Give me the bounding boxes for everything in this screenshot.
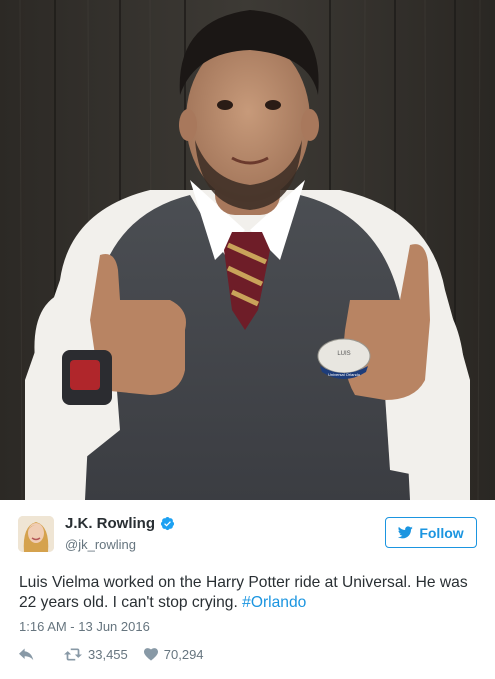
- tweet-actions: 33,455 70,294: [19, 647, 204, 662]
- follow-label: Follow: [419, 524, 464, 541]
- reply-icon: [19, 648, 34, 661]
- heart-icon: [143, 648, 158, 661]
- tweet-timestamp[interactable]: 1:16 AM - 13 Jun 2016: [19, 619, 150, 634]
- follow-button[interactable]: Follow: [385, 517, 477, 548]
- tweet-card: LUIS Universal Orlando J.K. Rowling @jk_…: [0, 0, 495, 679]
- tweet-body: J.K. Rowling @jk_rowling Follow Luis Vie…: [0, 500, 495, 679]
- badge-name-text: LUIS: [337, 351, 350, 357]
- retweet-count: 33,455: [88, 647, 128, 662]
- like-count: 70,294: [163, 647, 204, 662]
- reply-action[interactable]: [19, 648, 34, 661]
- twitter-bird-icon: [398, 526, 414, 539]
- author-name-row: J.K. Rowling: [65, 515, 175, 532]
- verified-badge-icon: [160, 516, 175, 531]
- badge-subtext: Universal Orlando: [328, 372, 361, 377]
- tweet-text: Luis Vielma worked on the Harry Potter r…: [19, 573, 479, 613]
- author-name[interactable]: J.K. Rowling: [65, 515, 155, 532]
- tweet-photo[interactable]: LUIS Universal Orlando: [0, 0, 495, 500]
- like-action[interactable]: 70,294: [143, 647, 204, 662]
- hashtag-link[interactable]: #Orlando: [242, 594, 306, 611]
- retweet-icon: [64, 648, 82, 661]
- retweet-action[interactable]: 33,455: [64, 647, 128, 662]
- author-avatar[interactable]: [18, 516, 54, 552]
- author-handle[interactable]: @jk_rowling: [65, 537, 136, 552]
